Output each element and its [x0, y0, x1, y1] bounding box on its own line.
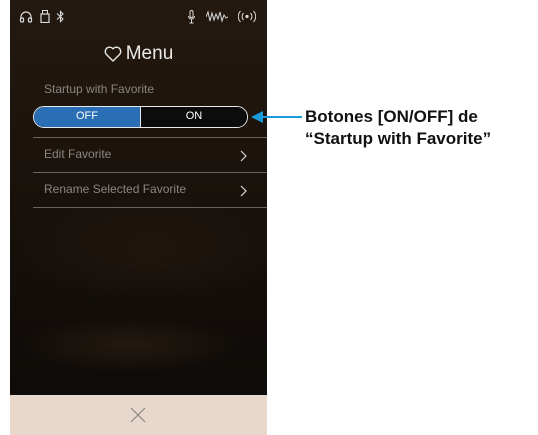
callout-arrowhead-icon [251, 111, 263, 123]
callout-line-2: “Startup with Favorite” [305, 129, 492, 148]
callout-pointer [251, 111, 302, 123]
callout-text: Botones [ON/OFF] de “Startup with Favori… [305, 106, 538, 150]
callout-line-1: Botones [ON/OFF] de [305, 107, 478, 126]
